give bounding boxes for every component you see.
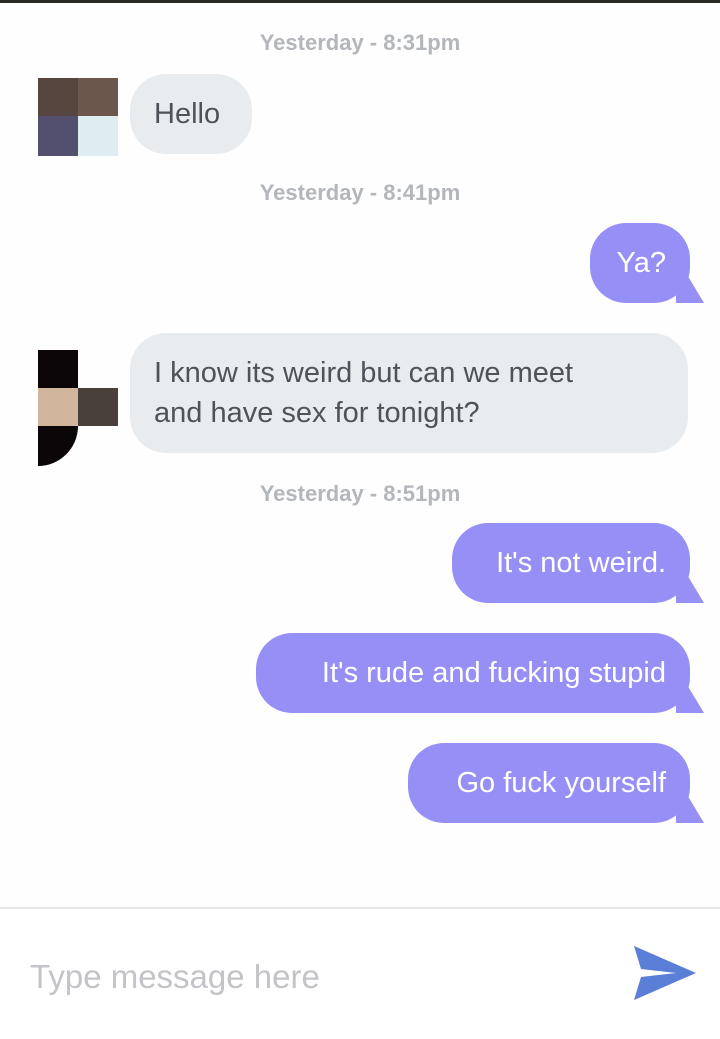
outgoing-message[interactable]: Go fuck yourself	[408, 743, 690, 823]
message-text: Hello	[154, 98, 221, 130]
chat-screen: Yesterday - 8:31pm Hello Yesterday - 8:4…	[0, 0, 720, 1039]
status-bar-edge	[0, 0, 720, 3]
send-arrow-icon	[634, 946, 696, 1000]
timestamp-divider: Yesterday - 8:41pm	[259, 180, 461, 205]
outgoing-message[interactable]: It's not weird.	[452, 523, 690, 603]
message-text: It's not weird.	[496, 547, 666, 579]
timestamp-divider: Yesterday - 8:51pm	[259, 481, 461, 506]
outgoing-message[interactable]: It's rude and fucking stupid	[256, 633, 690, 713]
message-composer	[0, 907, 720, 1039]
timestamp-divider: Yesterday - 8:31pm	[259, 30, 461, 55]
message-text-line: I know its weird but can we meet	[154, 357, 574, 389]
send-button[interactable]	[628, 942, 700, 1004]
message-input[interactable]	[28, 951, 592, 1003]
contact-avatar[interactable]	[38, 78, 118, 158]
message-text-line: and have sex for tonight?	[154, 397, 480, 429]
message-text: Go fuck yourself	[456, 767, 666, 799]
message-text: It's rude and fucking stupid	[321, 657, 666, 689]
contact-avatar[interactable]	[38, 350, 118, 466]
message-text: Ya?	[616, 247, 666, 279]
outgoing-message[interactable]: Ya?	[590, 223, 690, 303]
incoming-message[interactable]: I know its weird but can we meet and hav…	[130, 333, 688, 453]
incoming-message[interactable]: Hello	[130, 74, 252, 154]
